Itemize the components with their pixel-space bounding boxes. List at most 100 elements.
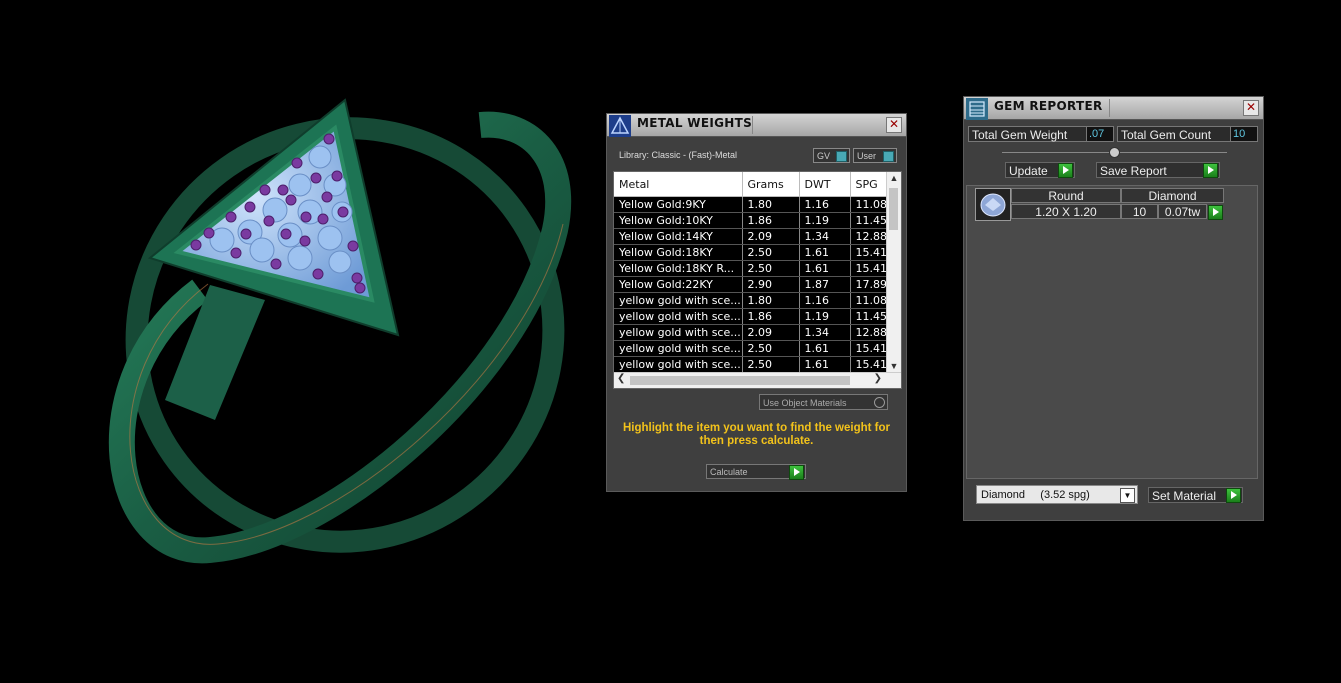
- spg-cell: 15.41: [850, 356, 891, 373]
- gem-count: 10: [1121, 204, 1158, 219]
- toggle-knob-icon: [883, 151, 894, 162]
- instruction-text: Highlight the item you want to find the …: [607, 422, 906, 448]
- update-button[interactable]: Update: [1005, 162, 1075, 178]
- dwt-cell: 1.34: [799, 228, 851, 245]
- metal-weights-panel: METAL WEIGHTS ✕ Library: Classic - (Fast…: [606, 113, 907, 492]
- set-material-label: Set Material: [1152, 489, 1217, 503]
- close-icon[interactable]: ✕: [886, 117, 902, 133]
- metal-cell: yellow gold with sce...: [614, 308, 743, 325]
- table-row[interactable]: yellow gold with sce... 1.80 1.16 11.08: [614, 292, 891, 309]
- play-arrow-icon[interactable]: [789, 465, 804, 480]
- grams-cell: 1.80: [742, 292, 800, 309]
- metal-weights-titlebar[interactable]: METAL WEIGHTS ✕: [607, 114, 906, 137]
- total-gem-count: Total Gem Count 10: [1117, 126, 1258, 142]
- scroll-down-icon[interactable]: ▼: [887, 361, 901, 371]
- radio-icon[interactable]: [874, 397, 885, 408]
- column-header-dwt[interactable]: DWT: [799, 172, 851, 197]
- use-object-materials-label: Use Object Materials: [763, 398, 847, 408]
- table-row[interactable]: yellow gold with sce... 2.50 1.61 15.41: [614, 356, 891, 373]
- grams-cell: 2.50: [742, 340, 800, 357]
- table-row[interactable]: Yellow Gold:22KY 2.90 1.87 17.89: [614, 276, 891, 293]
- metal-table: Metal Grams DWT SPG Yellow Gold:9KY 1.80 1…: [613, 171, 902, 389]
- dwt-cell: 1.19: [799, 212, 851, 229]
- grams-cell: 1.86: [742, 308, 800, 325]
- gem-size: 1.20 X 1.20: [1011, 204, 1121, 219]
- slider-handle[interactable]: [1109, 147, 1120, 158]
- table-row[interactable]: Yellow Gold:10KY 1.86 1.19 11.45: [614, 212, 891, 229]
- play-arrow-icon[interactable]: [1203, 163, 1218, 178]
- grams-cell: 2.50: [742, 244, 800, 261]
- table-row[interactable]: Yellow Gold:9KY 1.80 1.16 11.08: [614, 196, 891, 213]
- table-row[interactable]: Yellow Gold:14KY 2.09 1.34 12.88: [614, 228, 891, 245]
- total-gem-weight-label: Total Gem Weight: [972, 128, 1068, 142]
- dwt-cell: 1.16: [799, 292, 851, 309]
- spg-cell: 15.41: [850, 244, 891, 261]
- spg-cell: 11.08: [850, 196, 891, 213]
- scrollbar-thumb[interactable]: [889, 188, 898, 230]
- 3d-viewport[interactable]: [0, 0, 600, 678]
- vertical-scrollbar[interactable]: ▲ ▼: [886, 172, 901, 372]
- grams-cell: 2.50: [742, 260, 800, 277]
- scroll-left-icon[interactable]: ❮: [617, 373, 625, 384]
- total-gem-weight: Total Gem Weight .07: [968, 126, 1114, 142]
- gv-toggle-label: GV: [817, 151, 831, 161]
- metal-weights-title: METAL WEIGHTS: [637, 116, 753, 130]
- grams-cell: 2.90: [742, 276, 800, 293]
- spg-cell: 15.41: [850, 340, 891, 357]
- column-header-spg[interactable]: SPG: [850, 172, 891, 197]
- scroll-right-icon[interactable]: ❯: [874, 373, 882, 384]
- spg-cell: 17.89: [850, 276, 891, 293]
- column-header-grams[interactable]: Grams: [742, 172, 800, 197]
- play-arrow-icon[interactable]: [1058, 163, 1073, 178]
- instruction-text-content: Highlight the item you want to find the …: [622, 422, 891, 447]
- metal-cell: Yellow Gold:18KY R...: [614, 260, 743, 277]
- ring-model: [108, 98, 572, 564]
- use-object-materials-option[interactable]: Use Object Materials: [759, 394, 888, 410]
- spg-cell: 15.41: [850, 260, 891, 277]
- horizontal-scrollbar[interactable]: ❮ ❯: [614, 372, 901, 388]
- dwt-cell: 1.61: [799, 244, 851, 261]
- metal-weights-app-icon: [609, 115, 631, 137]
- material-select[interactable]: Diamond (3.52 spg) ▼: [976, 485, 1138, 504]
- save-report-button[interactable]: Save Report: [1096, 162, 1220, 178]
- table-row[interactable]: yellow gold with sce... 2.50 1.61 15.41: [614, 340, 891, 357]
- table-row[interactable]: yellow gold with sce... 1.86 1.19 11.45: [614, 308, 891, 325]
- round-diamond-icon: [975, 188, 1011, 221]
- dwt-cell: 1.16: [799, 196, 851, 213]
- column-header-metal[interactable]: Metal: [614, 172, 743, 197]
- metal-cell: yellow gold with sce...: [614, 340, 743, 357]
- metal-cell: yellow gold with sce...: [614, 356, 743, 373]
- user-toggle-label: User: [857, 151, 877, 161]
- calculate-button[interactable]: Calculate: [706, 464, 806, 480]
- play-arrow-icon[interactable]: [1226, 488, 1241, 503]
- user-toggle[interactable]: User: [853, 148, 897, 163]
- metal-cell: Yellow Gold:18KY: [614, 244, 743, 261]
- grams-cell: 2.50: [742, 356, 800, 373]
- play-arrow-icon[interactable]: [1208, 205, 1223, 220]
- gem-reporter-titlebar[interactable]: GEM REPORTER ✕: [964, 97, 1263, 120]
- close-icon[interactable]: ✕: [1243, 100, 1259, 116]
- metal-cell: yellow gold with sce...: [614, 324, 743, 341]
- grams-cell: 1.86: [742, 212, 800, 229]
- titlebar-separator: [752, 116, 753, 134]
- set-material-button[interactable]: Set Material: [1148, 487, 1243, 503]
- table-row[interactable]: Yellow Gold:18KY R... 2.50 1.61 15.41: [614, 260, 891, 277]
- grams-cell: 2.09: [742, 228, 800, 245]
- table-row[interactable]: yellow gold with sce... 2.09 1.34 12.88: [614, 324, 891, 341]
- gv-toggle[interactable]: GV: [813, 148, 850, 163]
- gem-weight: 0.07tw: [1158, 204, 1207, 219]
- toggle-knob-icon: [836, 151, 847, 162]
- dwt-cell: 1.87: [799, 276, 851, 293]
- scrollbar-thumb[interactable]: [630, 376, 850, 385]
- grams-cell: 1.80: [742, 196, 800, 213]
- gem-reporter-panel: GEM REPORTER ✕ Total Gem Weight .07 Tota…: [963, 96, 1264, 521]
- table-row[interactable]: Yellow Gold:18KY 2.50 1.61 15.41: [614, 244, 891, 261]
- dwt-cell: 1.61: [799, 340, 851, 357]
- chevron-down-icon[interactable]: ▼: [1120, 488, 1135, 503]
- calculate-label: Calculate: [710, 467, 748, 477]
- spg-cell: 12.88: [850, 228, 891, 245]
- save-report-label: Save Report: [1100, 164, 1167, 178]
- scroll-up-icon[interactable]: ▲: [887, 173, 901, 183]
- metal-cell: yellow gold with sce...: [614, 292, 743, 309]
- dwt-cell: 1.61: [799, 356, 851, 373]
